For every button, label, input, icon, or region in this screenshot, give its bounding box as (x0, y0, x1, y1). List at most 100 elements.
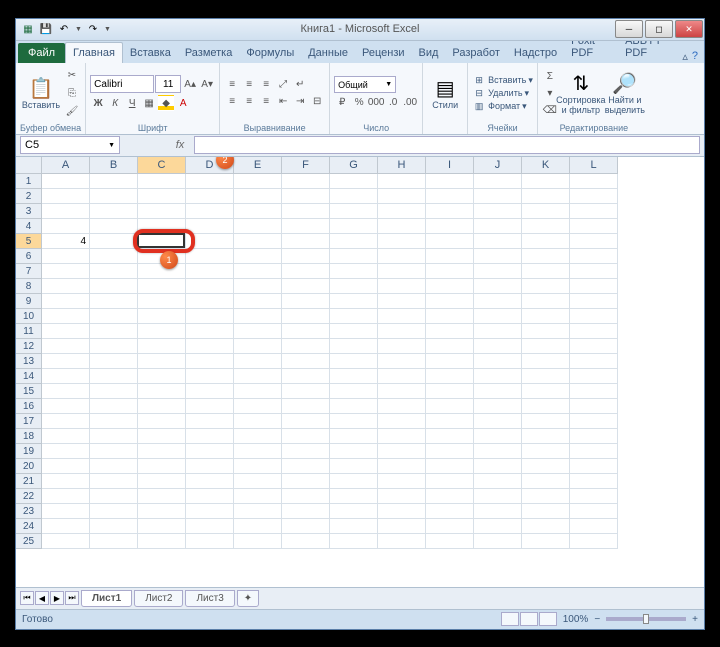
cell-H15[interactable] (378, 384, 426, 399)
cell-K5[interactable] (522, 234, 570, 249)
cell-D23[interactable] (186, 504, 234, 519)
cell-J9[interactable] (474, 294, 522, 309)
cell-I9[interactable] (426, 294, 474, 309)
new-sheet-button[interactable]: ✦ (237, 590, 259, 607)
cell-G20[interactable] (330, 459, 378, 474)
cut-icon[interactable]: ✂ (64, 67, 80, 83)
delete-cells-button[interactable]: ⊟Удалить ▾ (472, 87, 533, 100)
cell-A3[interactable] (42, 204, 90, 219)
cell-K7[interactable] (522, 264, 570, 279)
cell-F18[interactable] (282, 429, 330, 444)
cell-J7[interactable] (474, 264, 522, 279)
cell-J8[interactable] (474, 279, 522, 294)
redo-icon[interactable]: ↷ (85, 21, 101, 37)
cell-E17[interactable] (234, 414, 282, 429)
align-middle-icon[interactable]: ≡ (241, 77, 257, 93)
align-right-icon[interactable]: ≡ (258, 94, 274, 110)
cell-K13[interactable] (522, 354, 570, 369)
col-header-F[interactable]: F (282, 157, 330, 174)
decrease-decimal-icon[interactable]: .00 (402, 94, 418, 110)
cell-I6[interactable] (426, 249, 474, 264)
cell-A20[interactable] (42, 459, 90, 474)
cell-A17[interactable] (42, 414, 90, 429)
cell-J17[interactable] (474, 414, 522, 429)
cell-D3[interactable] (186, 204, 234, 219)
cell-I8[interactable] (426, 279, 474, 294)
cell-E16[interactable] (234, 399, 282, 414)
cell-C24[interactable] (138, 519, 186, 534)
cell-G16[interactable] (330, 399, 378, 414)
cell-A19[interactable] (42, 444, 90, 459)
insert-cells-button[interactable]: ⊞Вставить ▾ (472, 74, 533, 87)
help-icon[interactable]: ? (692, 50, 698, 62)
cell-L14[interactable] (570, 369, 618, 384)
cell-D15[interactable] (186, 384, 234, 399)
cell-B6[interactable] (90, 249, 138, 264)
cell-E9[interactable] (234, 294, 282, 309)
cell-K23[interactable] (522, 504, 570, 519)
indent-decrease-icon[interactable]: ⇤ (275, 94, 291, 110)
cell-A23[interactable] (42, 504, 90, 519)
cell-C4[interactable] (138, 219, 186, 234)
cell-D20[interactable] (186, 459, 234, 474)
cell-D25[interactable] (186, 534, 234, 549)
sheet-last-icon[interactable]: ⏭ (65, 591, 79, 605)
row-header-10[interactable]: 10 (16, 309, 42, 324)
cell-E5[interactable] (234, 234, 282, 249)
cell-J22[interactable] (474, 489, 522, 504)
cell-B23[interactable] (90, 504, 138, 519)
cell-C14[interactable] (138, 369, 186, 384)
cell-C23[interactable] (138, 504, 186, 519)
cell-K24[interactable] (522, 519, 570, 534)
cell-L22[interactable] (570, 489, 618, 504)
cell-K10[interactable] (522, 309, 570, 324)
cell-L15[interactable] (570, 384, 618, 399)
find-select-button[interactable]: 🔎 Найти и выделить (604, 68, 646, 118)
sort-filter-button[interactable]: ⇅ Сортировка и фильтр (560, 68, 602, 118)
cell-D4[interactable] (186, 219, 234, 234)
cell-C3[interactable] (138, 204, 186, 219)
cell-D8[interactable] (186, 279, 234, 294)
cell-B18[interactable] (90, 429, 138, 444)
bold-icon[interactable]: Ж (90, 95, 106, 111)
cell-J18[interactable] (474, 429, 522, 444)
cell-E15[interactable] (234, 384, 282, 399)
cell-J19[interactable] (474, 444, 522, 459)
cell-F14[interactable] (282, 369, 330, 384)
cell-F23[interactable] (282, 504, 330, 519)
formulas-tab[interactable]: Формулы (239, 43, 301, 63)
cell-F16[interactable] (282, 399, 330, 414)
cell-B5[interactable] (90, 234, 138, 249)
increase-decimal-icon[interactable]: .0 (385, 94, 401, 110)
cell-C5[interactable] (138, 234, 186, 249)
cell-A16[interactable] (42, 399, 90, 414)
cell-K20[interactable] (522, 459, 570, 474)
cell-H21[interactable] (378, 474, 426, 489)
cell-F4[interactable] (282, 219, 330, 234)
cell-I2[interactable] (426, 189, 474, 204)
cell-F10[interactable] (282, 309, 330, 324)
cell-K6[interactable] (522, 249, 570, 264)
cell-A10[interactable] (42, 309, 90, 324)
cell-A15[interactable] (42, 384, 90, 399)
cell-D9[interactable] (186, 294, 234, 309)
cell-H9[interactable] (378, 294, 426, 309)
cell-A21[interactable] (42, 474, 90, 489)
cell-D11[interactable] (186, 324, 234, 339)
cell-K15[interactable] (522, 384, 570, 399)
cell-F9[interactable] (282, 294, 330, 309)
cell-B13[interactable] (90, 354, 138, 369)
cell-I18[interactable] (426, 429, 474, 444)
italic-icon[interactable]: К (107, 95, 123, 111)
cell-H25[interactable] (378, 534, 426, 549)
cell-F17[interactable] (282, 414, 330, 429)
undo-dropdown[interactable]: ▼ (74, 26, 83, 33)
cell-K12[interactable] (522, 339, 570, 354)
cell-B21[interactable] (90, 474, 138, 489)
cell-E7[interactable] (234, 264, 282, 279)
sheet-tab-1[interactable]: Лист1 (81, 590, 132, 607)
row-header-1[interactable]: 1 (16, 174, 42, 189)
cell-H17[interactable] (378, 414, 426, 429)
cell-L13[interactable] (570, 354, 618, 369)
cell-H7[interactable] (378, 264, 426, 279)
